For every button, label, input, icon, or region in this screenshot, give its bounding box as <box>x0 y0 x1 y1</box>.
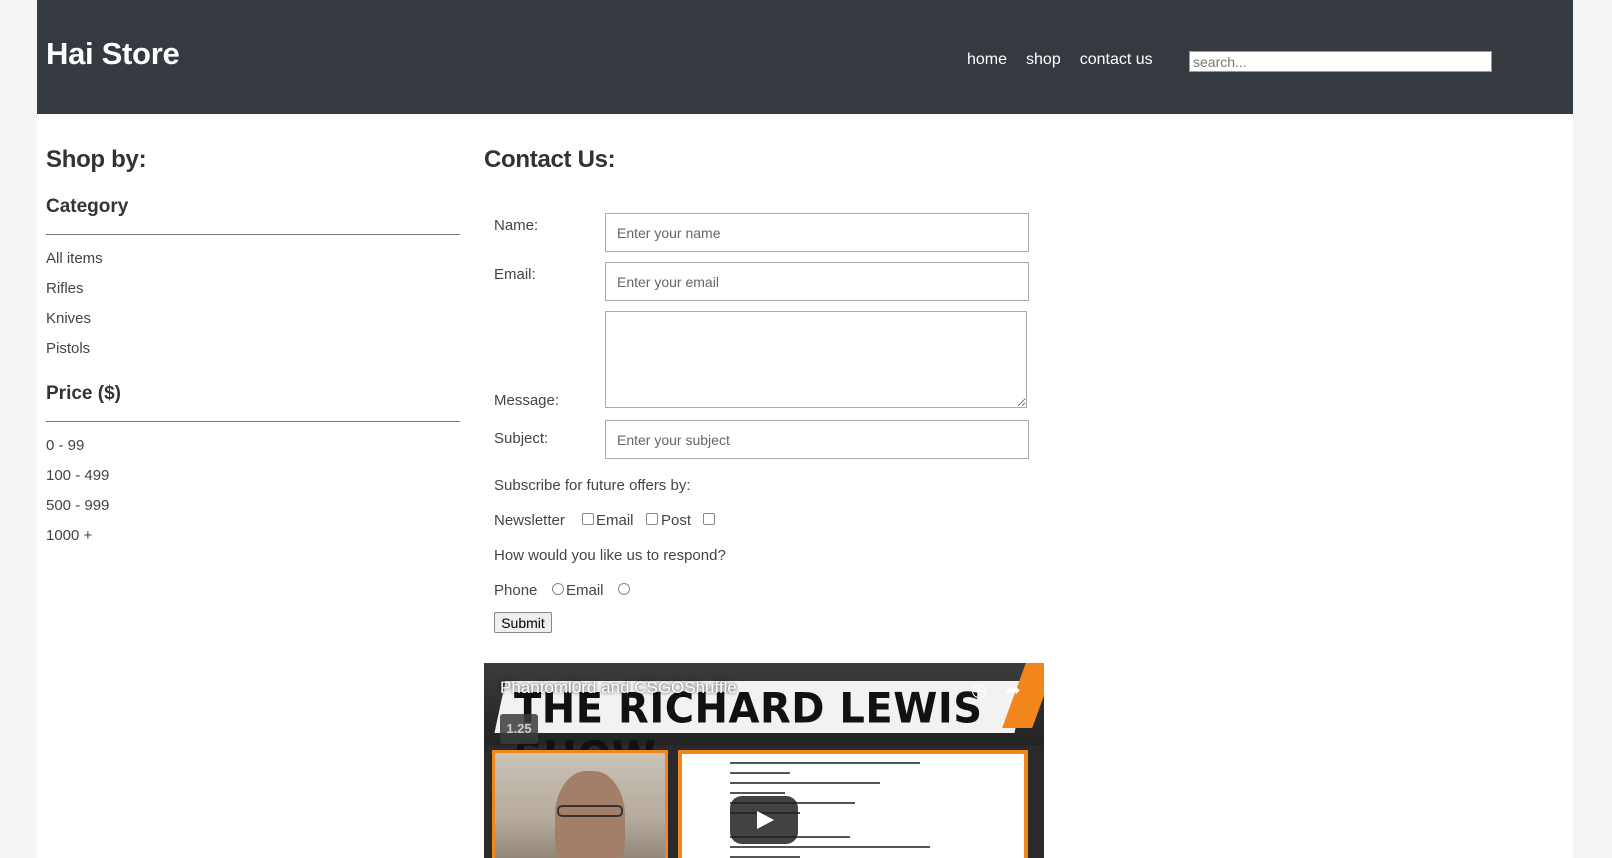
video-player[interactable]: THE RICHARD LEWIS SHOW Phantoml0rd and C… <box>484 663 1044 858</box>
chat-line <box>730 762 920 764</box>
divider <box>46 234 460 235</box>
video-title[interactable]: Phantoml0rd and CSGOShuffle <box>500 678 737 698</box>
nav-shop[interactable]: shop <box>1026 51 1061 69</box>
subject-label: Subject: <box>494 430 549 447</box>
webcam-frame <box>492 750 668 858</box>
chat-line <box>730 792 785 794</box>
brand-logo[interactable]: Hai Store <box>46 36 180 72</box>
newsletter-label: Newsletter <box>494 512 565 529</box>
divider <box>46 421 460 422</box>
glasses-image <box>557 805 623 817</box>
category-item-rifles[interactable]: Rifles <box>46 279 460 309</box>
page: Hai Store home shop contact us Shop by: … <box>37 0 1573 858</box>
newsletter-checkbox[interactable] <box>582 513 594 525</box>
header: Hai Store home shop contact us <box>37 0 1573 114</box>
name-field[interactable] <box>605 213 1029 252</box>
submit-button[interactable]: Submit <box>494 612 552 633</box>
phone-label: Phone <box>494 582 538 599</box>
email-label: Email: <box>494 266 536 283</box>
sidebar: Shop by: Category All items Rifles Knive… <box>46 146 460 570</box>
category-heading: Category <box>46 196 129 217</box>
video-banner: THE RICHARD LEWIS SHOW <box>484 663 1044 781</box>
email-option-label: Email <box>596 512 634 529</box>
contact-section: Contact Us: Name: Email: Message: Subjec… <box>484 146 1044 633</box>
email-field[interactable] <box>605 262 1029 301</box>
share-icon[interactable]: ➦ <box>1000 677 1026 703</box>
price-item-0-99[interactable]: 0 - 99 <box>46 436 460 466</box>
subject-field[interactable] <box>605 420 1029 459</box>
name-label: Name: <box>494 217 539 234</box>
category-item-all-items[interactable]: All items <box>46 249 460 279</box>
message-label: Message: <box>494 392 560 409</box>
search-input[interactable] <box>1189 51 1492 72</box>
post-label: Post <box>661 512 692 529</box>
category-item-knives[interactable]: Knives <box>46 309 460 339</box>
chat-line <box>730 782 880 784</box>
message-field[interactable] <box>605 311 1027 408</box>
speed-badge: 1.25 <box>500 714 538 744</box>
email-checkbox[interactable] <box>646 513 658 525</box>
category-item-pistols[interactable]: Pistols <box>46 339 460 369</box>
price-list: 0 - 99 100 - 499 500 - 999 1000 + <box>46 436 460 556</box>
phone-radio[interactable] <box>552 583 564 595</box>
price-item-500-999[interactable]: 500 - 999 <box>46 496 460 526</box>
contact-title: Contact Us: <box>484 146 616 173</box>
category-list: All items Rifles Knives Pistols <box>46 249 460 369</box>
email-radio[interactable] <box>618 583 630 595</box>
subscribe-label: Subscribe for future offers by: <box>494 477 691 494</box>
nav-home[interactable]: home <box>967 51 1007 69</box>
price-item-100-499[interactable]: 100 - 499 <box>46 466 460 496</box>
sidebar-title: Shop by: <box>46 146 147 173</box>
price-heading: Price ($) <box>46 383 121 404</box>
price-item-1000-plus[interactable]: 1000 + <box>46 526 460 556</box>
nav-contact-us[interactable]: contact us <box>1080 51 1153 69</box>
play-button[interactable] <box>730 796 798 844</box>
post-checkbox[interactable] <box>703 513 715 525</box>
main-nav: home shop contact us <box>967 51 1172 69</box>
respond-label: How would you like us to respond? <box>494 547 726 564</box>
chat-line <box>730 772 790 774</box>
email-respond-label: Email <box>566 582 604 599</box>
watch-later-icon[interactable]: ◷ <box>966 677 992 703</box>
chat-line <box>730 846 930 848</box>
